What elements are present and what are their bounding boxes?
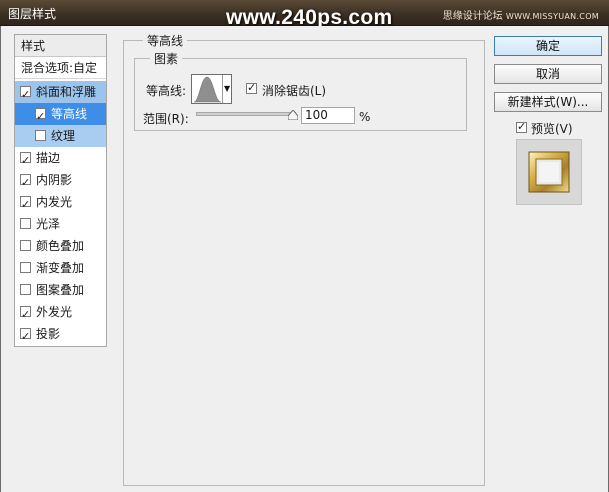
bevel-emboss-checkbox[interactable] (20, 84, 31, 106)
contour-curve-thumbnail[interactable] (192, 75, 223, 103)
cancel-button[interactable]: 取消 (494, 64, 602, 84)
contour-picker[interactable]: ▼ (191, 74, 232, 104)
stroke-checkbox[interactable] (20, 150, 31, 172)
style-item-bevel-emboss[interactable]: 斜面和浮雕 (15, 81, 106, 106)
anti-alias-label[interactable]: 消除锯齿(L) (262, 82, 326, 99)
style-item-inner-shadow[interactable]: 内阴影 (15, 169, 106, 194)
drop-shadow-checkbox[interactable] (20, 326, 31, 348)
style-item-gradient-overlay[interactable]: 渐变叠加 (15, 257, 106, 279)
style-item-satin[interactable]: 光泽 (15, 213, 106, 235)
preview-checkbox[interactable] (516, 120, 527, 133)
style-item-drop-shadow[interactable]: 投影 (15, 323, 106, 348)
watermark-missyuan: 思缘设计论坛 WWW.MISSYUAN.COM (442, 11, 599, 22)
style-item-stroke[interactable]: 描边 (15, 147, 106, 172)
style-item-inner-glow[interactable]: 内发光 (15, 191, 106, 216)
style-item-outer-glow[interactable]: 外发光 (15, 301, 106, 326)
satin-checkbox[interactable] (20, 218, 31, 229)
window-title: 图层样式 (8, 7, 57, 21)
inner-shadow-checkbox[interactable] (20, 172, 31, 194)
preview-label[interactable]: 预览(V) (531, 120, 573, 137)
range-unit: % (359, 110, 371, 124)
style-item-pattern-overlay[interactable]: 图案叠加 (15, 279, 106, 301)
gold-frame-preview-icon (528, 151, 570, 193)
range-input[interactable]: 100 (301, 107, 355, 124)
ok-button[interactable]: 确定 (494, 36, 602, 56)
pattern-overlay-checkbox[interactable] (20, 284, 31, 295)
elements-group-title: 图素 (150, 50, 183, 67)
range-slider-thumb[interactable] (288, 110, 298, 120)
dropdown-arrow-icon[interactable]: ▼ (224, 84, 230, 93)
texture-checkbox[interactable] (35, 130, 46, 141)
outer-glow-checkbox[interactable] (20, 304, 31, 326)
title-bar: 图层样式 www.240ps.com 思缘设计论坛 WWW.MISSYUAN.C… (0, 0, 609, 29)
new-style-button[interactable]: 新建样式(W)... (494, 92, 602, 112)
color-overlay-checkbox[interactable] (20, 240, 31, 251)
contour-label: 等高线: (146, 84, 187, 98)
range-label: 范围(R): (143, 112, 189, 126)
style-item-color-overlay[interactable]: 颜色叠加 (15, 235, 106, 257)
style-item-texture[interactable]: 纹理 (15, 125, 106, 147)
contour-group-title: 等高线 (143, 32, 188, 49)
contour-checkbox[interactable] (35, 106, 46, 128)
range-slider[interactable] (196, 112, 296, 116)
styles-list: 样式 混合选项:自定 斜面和浮雕 等高线 纹理 描边 内阴影 内发光 光泽 颜色… (14, 34, 107, 348)
inner-glow-checkbox[interactable] (20, 194, 31, 216)
blending-options-item[interactable]: 混合选项:自定 (15, 57, 106, 79)
gradient-overlay-checkbox[interactable] (20, 262, 31, 273)
style-item-contour[interactable]: 等高线 (15, 103, 106, 128)
anti-alias-checkbox[interactable] (246, 81, 257, 94)
style-preview (516, 139, 582, 205)
styles-header[interactable]: 样式 (15, 35, 106, 57)
